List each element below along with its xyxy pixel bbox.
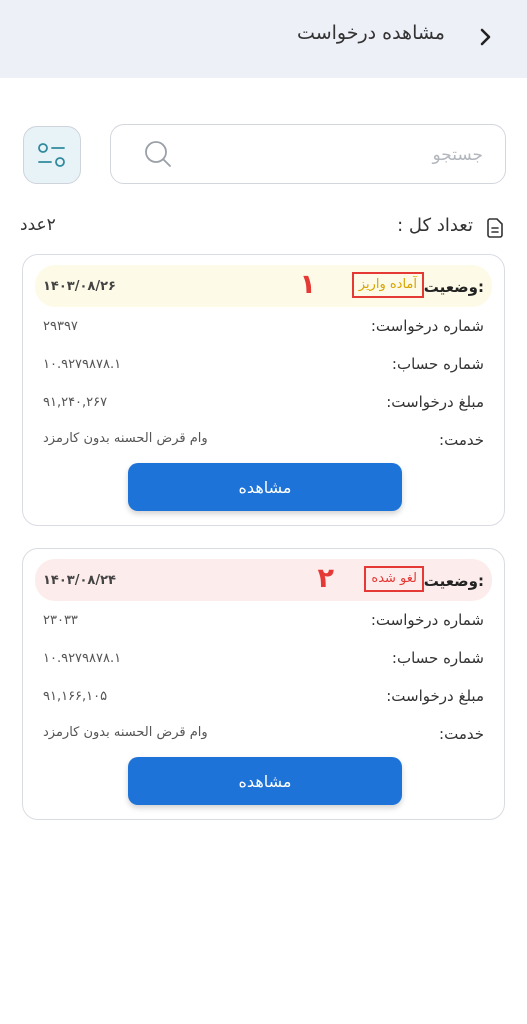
request-amount-label: مبلغ درخواست:: [386, 393, 484, 411]
request-date: ۱۴۰۳/۰۸/۲۶: [43, 279, 116, 294]
total-count-label: تعداد کل :: [397, 215, 473, 236]
request-number-label: شماره درخواست:: [370, 317, 484, 335]
filter-button[interactable]: [23, 126, 81, 184]
status-label: وضعیت:: [423, 572, 484, 590]
total-count-value: ۲عدد: [20, 215, 56, 235]
page-title: مشاهده درخواست: [297, 22, 445, 44]
request-number-label: شماره درخواست:: [370, 611, 484, 629]
chevron-right-icon[interactable]: [471, 22, 501, 52]
annotation-marker: ۱: [299, 269, 316, 300]
request-card: ۱۴۰۳/۰۸/۲۴ ۲ لغو شده وضعیت: شماره درخواس…: [22, 548, 505, 820]
request-number-value: ۲۹۳۹۷: [43, 319, 78, 334]
service-label: خدمت:: [439, 725, 484, 743]
annotation-marker: ۲: [317, 563, 334, 594]
request-number-value: ۲۳۰۳۳: [43, 613, 78, 628]
service-value: وام قرض الحسنه بدون کارمزد: [43, 725, 208, 740]
view-button[interactable]: مشاهده: [128, 757, 402, 805]
search-box: [110, 124, 506, 184]
app-header: مشاهده درخواست: [0, 0, 527, 78]
account-number-value: ۱۰.۹۲۷۹۸۷۸.۱: [43, 357, 122, 372]
search-input[interactable]: [181, 137, 485, 173]
search-icon[interactable]: [141, 137, 175, 171]
account-number-value: ۱۰.۹۲۷۹۸۷۸.۱: [43, 651, 122, 666]
request-date: ۱۴۰۳/۰۸/۲۴: [43, 573, 116, 588]
account-number-label: شماره حساب:: [391, 355, 484, 373]
status-label: وضعیت:: [423, 278, 484, 296]
account-number-label: شماره حساب:: [391, 649, 484, 667]
request-amount-value: ۹۱,۲۴۰,۲۶۷: [43, 395, 108, 410]
total-count-row: تعداد کل : ۲عدد: [20, 212, 507, 242]
status-badge: آماده واریز: [351, 272, 424, 298]
request-amount-label: مبلغ درخواست:: [386, 687, 484, 705]
service-label: خدمت:: [439, 431, 484, 449]
status-badge: لغو شده: [364, 566, 424, 592]
view-button[interactable]: مشاهده: [128, 463, 402, 511]
service-value: وام قرض الحسنه بدون کارمزد: [43, 431, 208, 446]
document-icon: [483, 216, 507, 240]
request-card: ۱۴۰۳/۰۸/۲۶ ۱ آماده واریز وضعیت: شماره در…: [22, 254, 505, 526]
filter-icon: [38, 143, 65, 167]
request-amount-value: ۹۱,۱۶۶,۱۰۵: [43, 689, 108, 704]
